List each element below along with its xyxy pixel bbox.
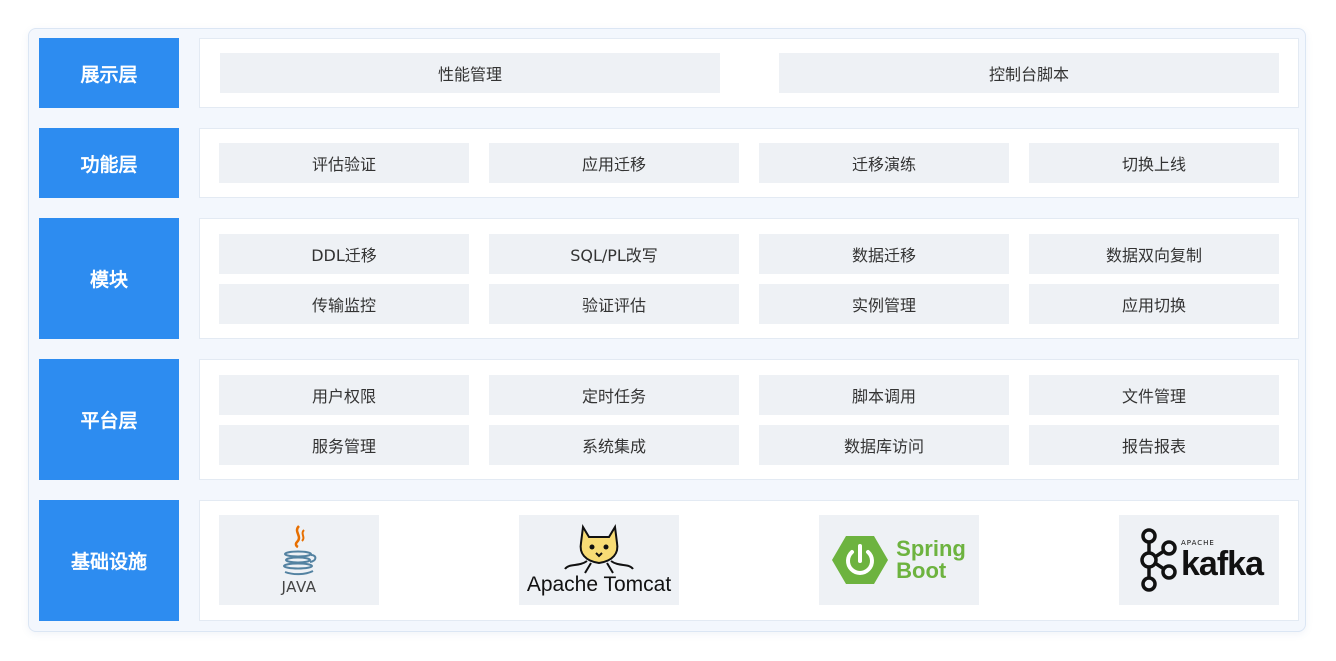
- item-cell: 报告报表: [1029, 425, 1279, 465]
- item-cell: 文件管理: [1029, 375, 1279, 415]
- layer-panel: 评估验证 应用迁移 迁移演练 切换上线: [199, 128, 1299, 198]
- item-cell: SQL/PL改写: [489, 234, 739, 274]
- tomcat-cat-icon: [564, 524, 634, 574]
- item-cell: 数据双向复制: [1029, 234, 1279, 274]
- tomcat-label: Apache Tomcat: [526, 573, 672, 596]
- item-cell: 系统集成: [489, 425, 739, 465]
- kafka-word: kafka: [1181, 545, 1264, 583]
- java-label: JAVA: [281, 578, 317, 596]
- item-cell: 评估验证: [219, 143, 469, 183]
- item-cell: 传输监控: [219, 284, 469, 324]
- tomcat-logo: Apache Tomcat: [519, 515, 679, 605]
- kafka-nodes-icon: [1140, 528, 1177, 592]
- layer-panel: DDL迁移 SQL/PL改写 数据迁移 数据双向复制 传输监控 验证评估 实例管…: [199, 218, 1299, 339]
- layer-infrastructure: 基础设施 JAVA Apache Tomcat Spring Boot APAC…: [39, 500, 1299, 621]
- spring-text: Spring Boot: [896, 538, 966, 582]
- java-cup-icon: [283, 525, 317, 576]
- item-cell: 数据迁移: [759, 234, 1009, 274]
- layer-panel: 性能管理 控制台脚本: [199, 38, 1299, 108]
- item-cell: 迁移演练: [759, 143, 1009, 183]
- item-cell: 控制台脚本: [779, 53, 1279, 93]
- layer-platform: 平台层 用户权限 定时任务 脚本调用 文件管理 服务管理 系统集成 数据库访问 …: [39, 359, 1299, 480]
- architecture-diagram: 展示层 性能管理 控制台脚本 功能层 评估验证 应用迁移 迁移演练 切换上线 模…: [28, 28, 1306, 632]
- item-cell: 验证评估: [489, 284, 739, 324]
- spring-power-icon: [832, 536, 889, 584]
- layer-label: 平台层: [39, 359, 179, 480]
- spring-boot-logo: Spring Boot: [819, 515, 979, 605]
- item-cell: 脚本调用: [759, 375, 1009, 415]
- layer-label: 功能层: [39, 128, 179, 198]
- item-cell: 定时任务: [489, 375, 739, 415]
- layer-function: 功能层 评估验证 应用迁移 迁移演练 切换上线: [39, 128, 1299, 198]
- java-logo: JAVA: [219, 515, 379, 605]
- item-cell: 数据库访问: [759, 425, 1009, 465]
- boot-word: Boot: [896, 558, 947, 583]
- kafka-logo: APACHE kafka: [1119, 515, 1279, 605]
- layer-label: 模块: [39, 218, 179, 339]
- item-cell: 应用切换: [1029, 284, 1279, 324]
- layer-panel: 用户权限 定时任务 脚本调用 文件管理 服务管理 系统集成 数据库访问 报告报表: [199, 359, 1299, 480]
- item-cell: 切换上线: [1029, 143, 1279, 183]
- layer-label: 展示层: [39, 38, 179, 108]
- spring-word: Spring: [896, 536, 966, 561]
- item-cell: 性能管理: [220, 53, 720, 93]
- layer-presentation: 展示层 性能管理 控制台脚本: [39, 38, 1299, 108]
- layer-panel: JAVA Apache Tomcat Spring Boot APACHE ka…: [199, 500, 1299, 621]
- layer-label: 基础设施: [39, 500, 179, 621]
- item-cell: 服务管理: [219, 425, 469, 465]
- kafka-text: APACHE kafka: [1181, 539, 1264, 583]
- layer-module: 模块 DDL迁移 SQL/PL改写 数据迁移 数据双向复制 传输监控 验证评估 …: [39, 218, 1299, 339]
- item-cell: 实例管理: [759, 284, 1009, 324]
- item-cell: DDL迁移: [219, 234, 469, 274]
- item-cell: 应用迁移: [489, 143, 739, 183]
- item-cell: 用户权限: [219, 375, 469, 415]
